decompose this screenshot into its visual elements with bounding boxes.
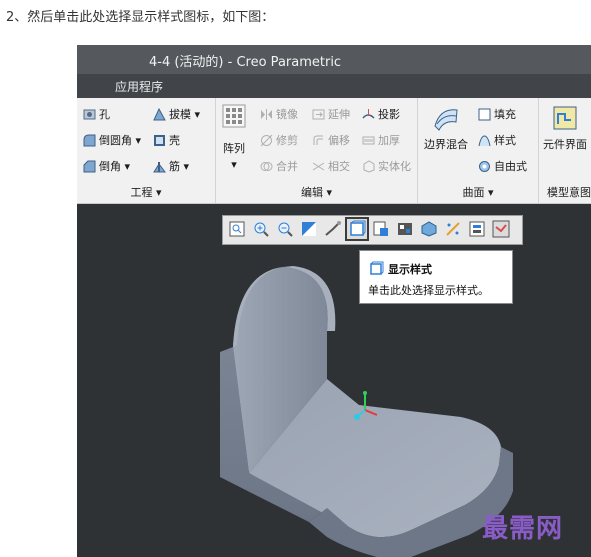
display-style-tooltip-icon [370, 261, 384, 275]
creo-screenshot: 4-4 (活动的) - Creo Parametric 应用程序 孔 拔模 ▾ … [77, 45, 591, 557]
view-toolbar [222, 215, 523, 245]
perspective-view-icon[interactable] [419, 219, 439, 239]
display-style-icon[interactable] [345, 217, 369, 241]
annotation-display-icon[interactable] [467, 219, 487, 239]
spin-center-icon[interactable] [323, 219, 343, 239]
display-style-tooltip: 显示样式 单击此处选择显示样式。 [359, 250, 513, 304]
saved-orientations-icon[interactable] [371, 219, 391, 239]
zoom-out-icon[interactable] [275, 219, 295, 239]
refit-icon[interactable] [227, 219, 247, 239]
zoom-in-icon[interactable] [251, 219, 271, 239]
tooltip-description: 单击此处选择显示样式。 [368, 284, 489, 297]
part-model[interactable] [77, 45, 591, 557]
spin-settings-icon[interactable] [491, 219, 511, 239]
watermark-logo: 最需网 [482, 514, 564, 544]
instruction-caption: 2、然后单击此处选择显示样式图标，如下图： [6, 10, 275, 25]
datum-display-icon[interactable] [443, 219, 463, 239]
tooltip-title: 显示样式 [388, 263, 432, 276]
repaint-icon[interactable] [299, 219, 319, 239]
view-manager-icon[interactable] [395, 219, 415, 239]
